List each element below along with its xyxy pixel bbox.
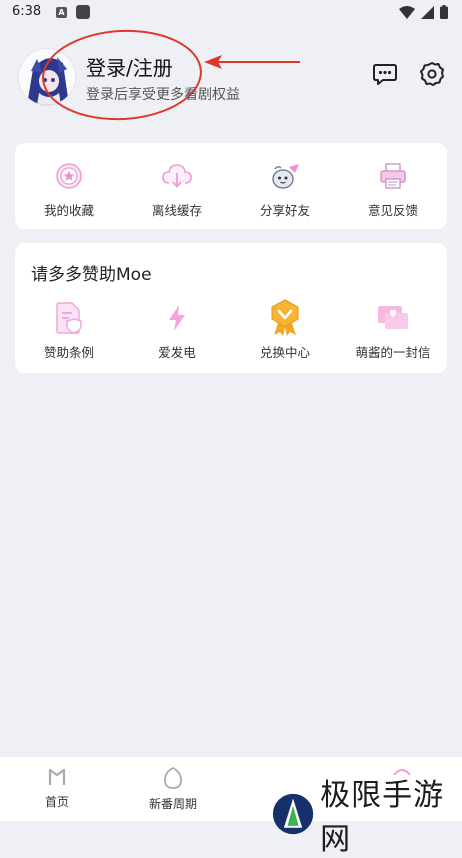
login-register-link[interactable]: 登录/注册 (86, 52, 173, 81)
gear-icon (420, 62, 444, 86)
chat-bubble-icon (373, 64, 397, 85)
letter-button[interactable]: 萌酱的一封信 (339, 301, 447, 361)
profile-header[interactable]: 登录/注册 登录后享受更多看剧权益 (0, 25, 462, 140)
sponsor-terms-button[interactable]: 赞助条例 (15, 301, 123, 361)
site-watermark: 极限手游网 (272, 770, 462, 858)
redeem-badge-icon (271, 299, 299, 336)
letter-icon (378, 306, 408, 329)
sponsor-terms-label: 赞助条例 (43, 345, 94, 360)
status-time: 6:38 (12, 4, 42, 19)
nav-new-season[interactable]: 新番周期 (138, 767, 208, 812)
favorites-icon (56, 163, 82, 189)
sponsor-title: 请多多赞助Moe (31, 265, 152, 285)
login-subtitle: 登录后享受更多看剧权益 (86, 87, 240, 103)
feedback-icon (380, 163, 406, 189)
redeem-center-label: 兑换中心 (259, 345, 310, 360)
annotation-arrow-icon (204, 55, 300, 69)
letter-label: 萌酱的一封信 (355, 345, 431, 360)
favorites-button[interactable]: 我的收藏 (15, 143, 123, 219)
share-friends-icon (272, 164, 299, 189)
settings-button[interactable] (418, 60, 446, 88)
messages-button[interactable] (371, 60, 399, 88)
redeem-center-button[interactable]: 兑换中心 (231, 299, 339, 361)
favorites-label: 我的收藏 (43, 203, 94, 218)
sponsor-terms-icon (56, 302, 82, 334)
quick-actions-card: 我的收藏 离线缓存 分享好友 意见反馈 (15, 143, 447, 229)
feedback-label: 意见反馈 (367, 203, 418, 218)
watermark-text: 极限手游网 (320, 778, 445, 857)
offline-cache-icon (162, 164, 192, 188)
nav-new-season-label: 新番周期 (148, 797, 197, 811)
status-bar: 6:38 A (0, 0, 462, 26)
egg-icon (164, 767, 182, 789)
battery-icon (440, 5, 448, 19)
share-friends-button[interactable]: 分享好友 (231, 143, 339, 219)
lightning-icon (169, 305, 185, 331)
feedback-button[interactable]: 意见反馈 (339, 143, 447, 219)
nav-home-label: 首页 (44, 795, 69, 809)
offline-cache-button[interactable]: 离线缓存 (123, 143, 231, 219)
afdian-button[interactable]: 爱发电 (123, 301, 231, 361)
signal-icon (421, 5, 434, 19)
offline-cache-label: 离线缓存 (151, 203, 202, 218)
watermark-logo-icon (272, 793, 314, 835)
notification-square-icon (76, 5, 90, 19)
sponsor-card: 请多多赞助Moe 赞助条例 爱发电 兑换中心 萌酱的一封信 (15, 243, 447, 373)
share-friends-label: 分享好友 (259, 203, 310, 218)
notification-a-icon: A (56, 7, 67, 18)
wifi-icon (399, 5, 415, 19)
home-icon (48, 768, 66, 785)
nav-home[interactable]: 首页 (22, 767, 92, 810)
afdian-label: 爱发电 (158, 345, 196, 360)
